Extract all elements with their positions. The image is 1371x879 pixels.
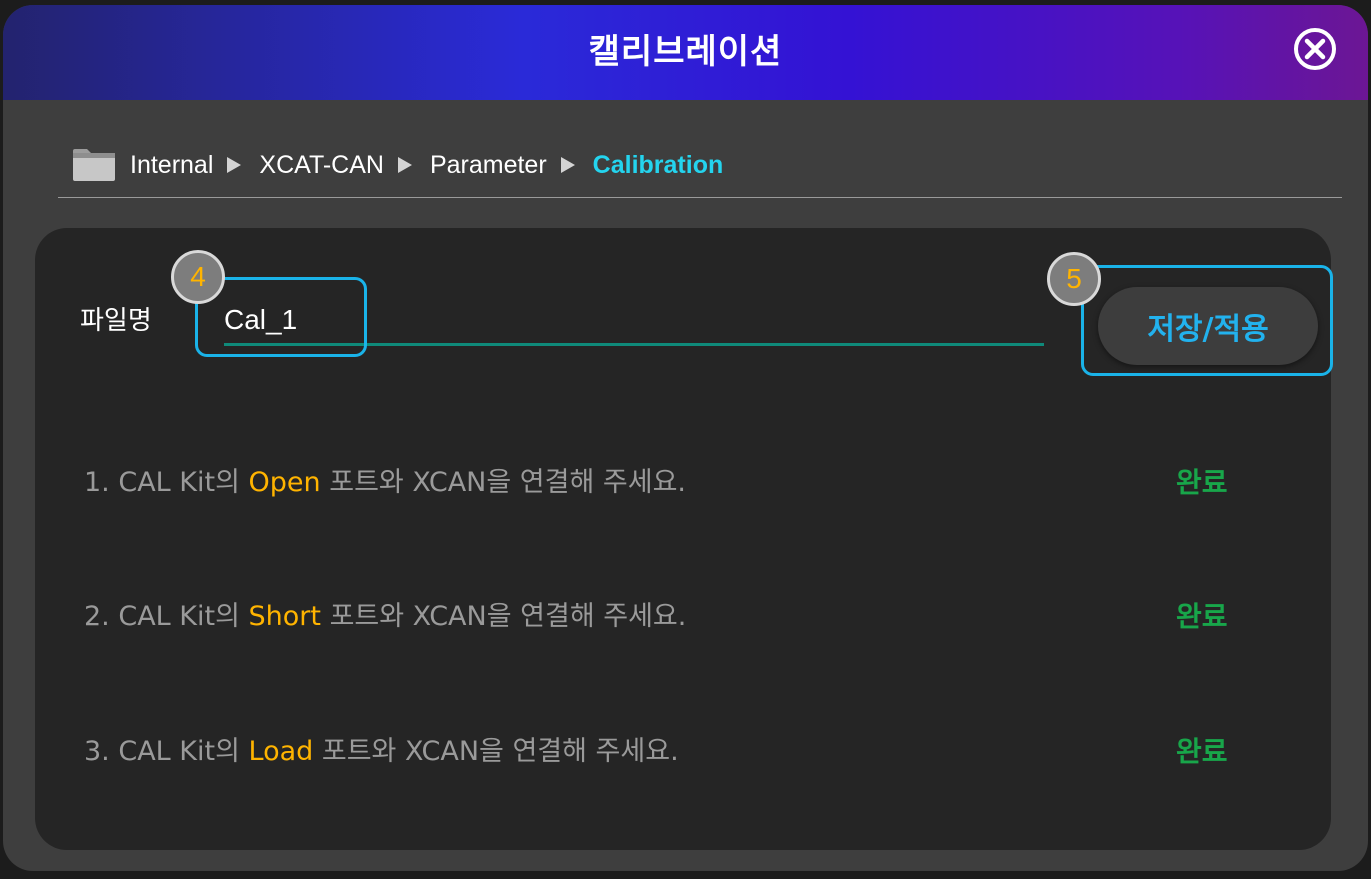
breadcrumb-item-internal[interactable]: Internal	[130, 151, 213, 180]
step-text: 3. CAL Kit의	[84, 736, 249, 767]
step-text: 1. CAL Kit의	[84, 467, 249, 498]
dialog-title: 캘리브레이션	[588, 32, 783, 72]
breadcrumb-item-parameter[interactable]: Parameter	[430, 151, 547, 180]
step-instruction-open: 1. CAL Kit의 Open 포트와 XCAN을 연결해 주세요.	[84, 460, 686, 499]
breadcrumb-item-calibration: Calibration	[592, 150, 724, 179]
status-short-done: 완료	[1176, 600, 1228, 633]
close-icon[interactable]	[1293, 27, 1337, 71]
step-instruction-short: 2. CAL Kit의 Short 포트와 XCAN을 연결해 주세요.	[84, 594, 686, 633]
breadcrumb-arrow-icon	[560, 157, 575, 173]
breadcrumb-item-xcat-can[interactable]: XCAT-CAN	[259, 151, 384, 180]
port-name-load: Load	[248, 736, 314, 767]
step-instruction-load: 3. CAL Kit의 Load 포트와 XCAN을 연결해 주세요.	[84, 729, 679, 768]
step-badge-4: 4	[171, 250, 225, 304]
step-text: 2. CAL Kit의	[84, 601, 249, 632]
status-load-done: 완료	[1176, 735, 1228, 768]
port-name-short: Short	[248, 601, 321, 632]
step-text: 포트와 XCAN을 연결해 주세요.	[313, 736, 679, 767]
status-open-done: 완료	[1176, 466, 1228, 499]
step-text: 포트와 XCAN을 연결해 주세요.	[320, 601, 687, 632]
breadcrumb-arrow-icon	[397, 157, 412, 173]
step-text: 포트와 XCAN을 연결해 주세요.	[320, 467, 687, 498]
step-badge-5: 5	[1047, 252, 1101, 306]
port-name-open: Open	[248, 467, 321, 498]
breadcrumb-divider	[58, 197, 1342, 198]
file-name-label: 파일명	[80, 306, 152, 336]
breadcrumb: Internal XCAT-CAN Parameter Calibration	[72, 142, 723, 188]
breadcrumb-arrow-icon	[227, 157, 242, 173]
highlight-box-save-button	[1081, 265, 1333, 376]
folder-icon	[73, 149, 115, 181]
